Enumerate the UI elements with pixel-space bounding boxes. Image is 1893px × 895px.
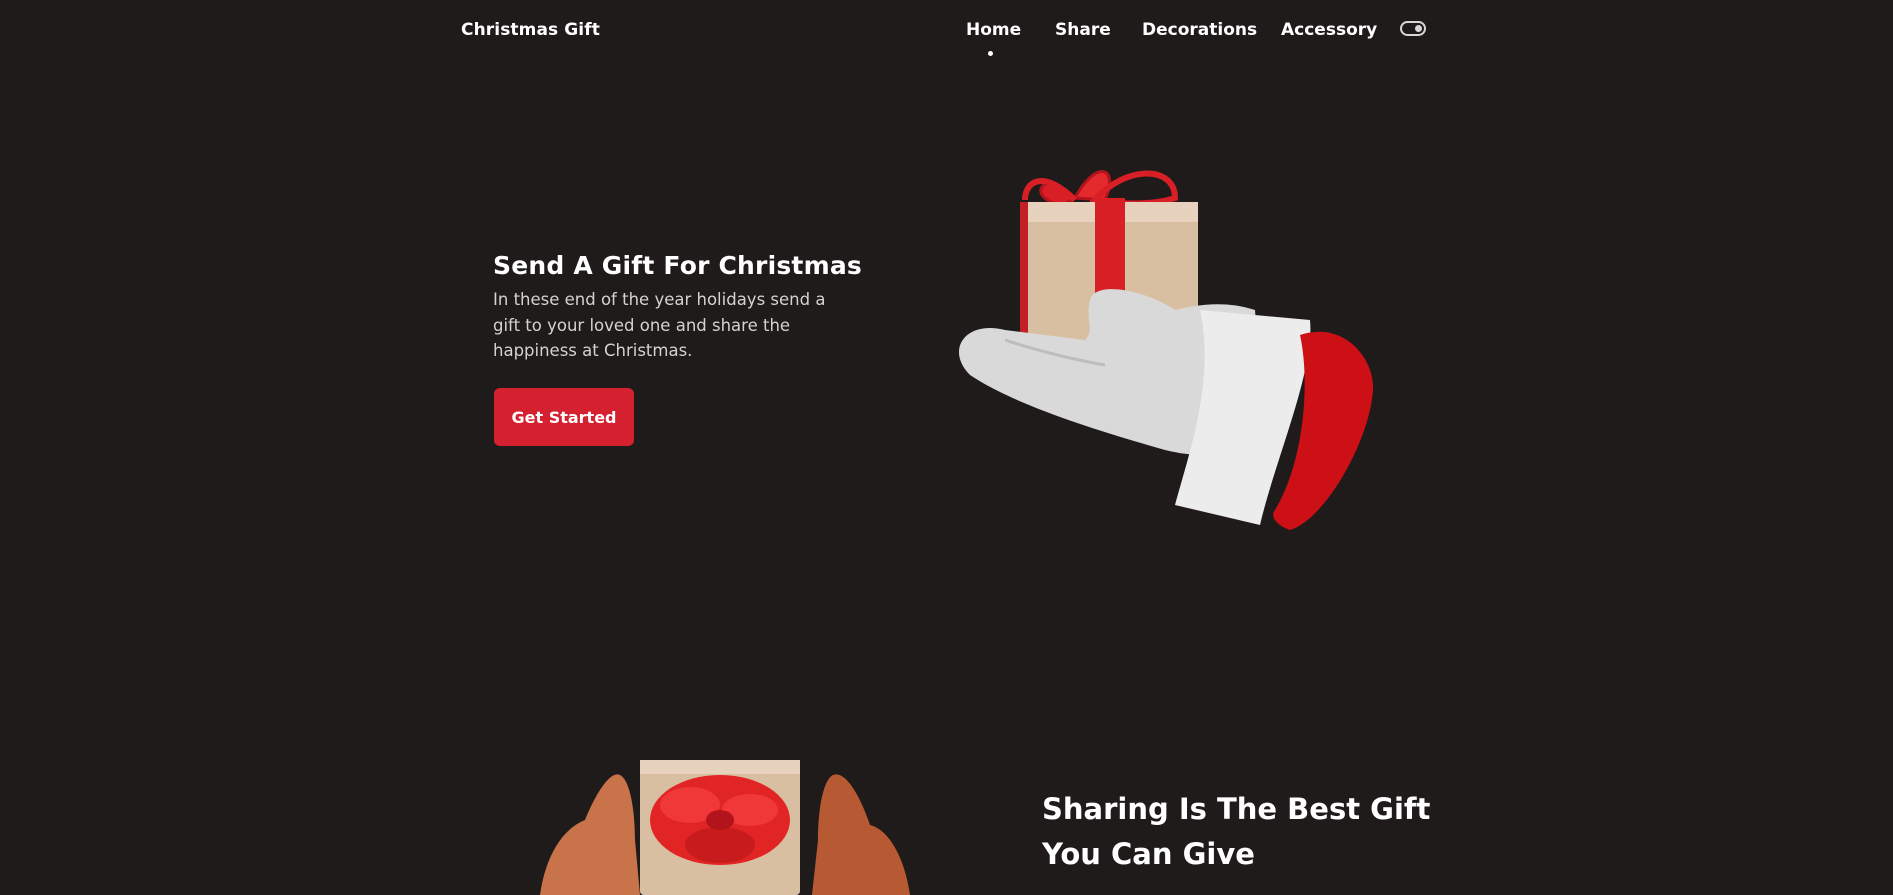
nav-item-home[interactable]: Home [966,20,1021,40]
gift-hand-illustration [958,170,1374,530]
header-nav: Christmas Gift Home Share Decorations Ac… [0,0,1893,64]
gift-box-hands-illustration [540,760,910,895]
hero-description: In these end of the year holidays send a… [493,290,826,360]
nav-item-decorations[interactable]: Decorations [1142,20,1257,40]
hero-title: Send A Gift For Christmas [493,251,862,280]
toggle-knob [1415,25,1422,32]
theme-toggle-icon[interactable] [1400,21,1426,36]
nav-item-share[interactable]: Share [1055,20,1111,40]
share-section-title: Sharing Is The Best Gift You Can Give [1042,792,1431,871]
get-started-button[interactable]: Get Started [494,388,634,446]
active-indicator [988,51,993,56]
site-logo[interactable]: Christmas Gift [461,20,600,40]
get-started-label: Get Started [511,407,617,427]
nav-item-accessory[interactable]: Accessory [1281,20,1377,40]
